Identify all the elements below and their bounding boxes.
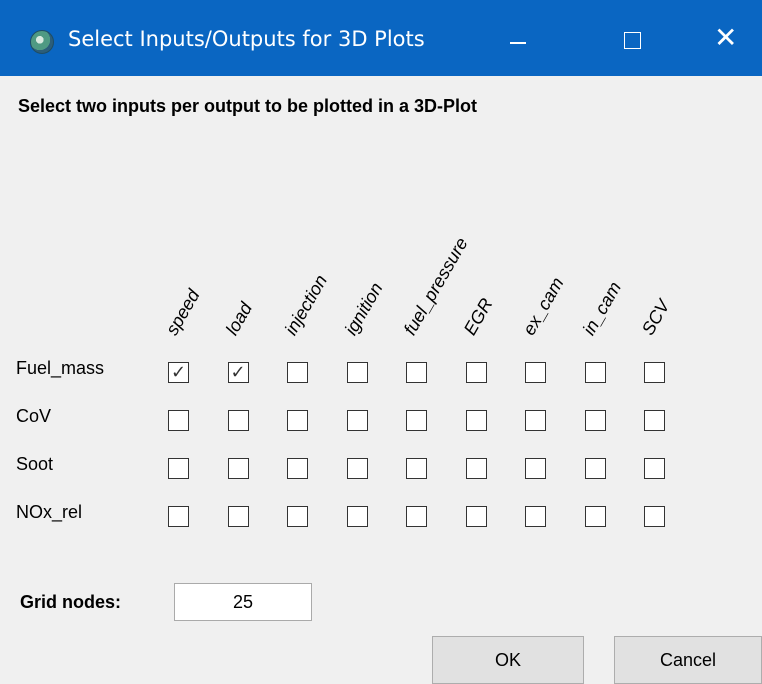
checkbox-soot-ignition[interactable] — [346, 458, 368, 479]
checkbox-soot-fuel_pressure[interactable] — [406, 458, 427, 479]
checkbox-soot-SCV[interactable] — [644, 458, 665, 479]
window-title: Select Inputs/Outputs for 3D Plots — [68, 27, 425, 51]
minimize-icon[interactable] — [510, 42, 526, 44]
checkbox-fuel_mass-injection[interactable] — [287, 362, 308, 383]
checkbox-fuel_mass-SCV[interactable] — [644, 362, 665, 383]
cancel-button[interactable]: Cancel — [614, 636, 762, 684]
output-label-soot: Soot — [16, 454, 54, 474]
grid-nodes-input[interactable] — [174, 583, 312, 621]
checkbox-nox_rel-injection[interactable] — [287, 506, 308, 527]
checkbox-cov-SCV[interactable] — [644, 410, 665, 431]
checkbox-nox_rel-load[interactable] — [227, 506, 249, 527]
input-label-EGR: EGR — [459, 294, 497, 339]
checkbox-cov-ignition[interactable] — [346, 410, 368, 431]
checkbox-soot-in_cam[interactable] — [584, 458, 606, 479]
output-label-cov: CoV — [16, 406, 52, 426]
title-bar[interactable]: Select Inputs/Outputs for 3D Plots ✕ — [0, 0, 762, 76]
checkbox-cov-injection[interactable] — [287, 410, 308, 431]
app-icon — [30, 30, 54, 54]
checkbox-fuel_mass-fuel_pressure[interactable] — [406, 362, 427, 383]
checkbox-cov-in_cam[interactable] — [584, 410, 606, 431]
input-label-SCV: SCV — [637, 296, 674, 339]
input-label-in-cam: in_cam — [578, 278, 625, 339]
input-label-injection: injection — [280, 271, 332, 339]
input-label-ignition: ignition — [340, 279, 387, 339]
checkbox-fuel_mass-speed[interactable]: ✓ — [168, 362, 189, 383]
grid-nodes-label: Grid nodes: — [20, 592, 122, 612]
input-label-ex-cam: ex_cam — [518, 273, 568, 339]
checkbox-cov-EGR[interactable] — [465, 410, 487, 431]
checkbox-nox_rel-SCV[interactable] — [644, 506, 665, 527]
checkbox-soot-load[interactable] — [227, 458, 249, 479]
output-label-fuel-mass: Fuel_mass — [16, 358, 105, 378]
checkbox-fuel_mass-in_cam[interactable] — [584, 362, 606, 383]
checkbox-soot-speed[interactable] — [168, 458, 189, 479]
output-label-nox-rel: NOx_rel — [16, 502, 83, 522]
checkbox-fuel_mass-ignition[interactable] — [346, 362, 368, 383]
input-label-speed: speed — [161, 286, 204, 339]
checkbox-soot-injection[interactable] — [287, 458, 308, 479]
checkbox-cov-load[interactable] — [227, 410, 249, 431]
ok-button[interactable]: OK — [432, 636, 584, 684]
maximize-icon[interactable] — [624, 32, 641, 49]
checkbox-soot-ex_cam[interactable] — [525, 458, 546, 479]
checkbox-nox_rel-EGR[interactable] — [465, 506, 487, 527]
checkbox-cov-ex_cam[interactable] — [525, 410, 546, 431]
checkbox-nox_rel-fuel_pressure[interactable] — [406, 506, 427, 527]
checkbox-soot-EGR[interactable] — [465, 458, 487, 479]
checkbox-fuel_mass-load[interactable]: ✓ — [227, 362, 249, 383]
instruction-heading: Select two inputs per output to be plott… — [18, 96, 477, 116]
checkbox-cov-speed[interactable] — [168, 410, 189, 431]
checkbox-nox_rel-speed[interactable] — [168, 506, 189, 527]
checkbox-fuel_mass-EGR[interactable] — [465, 362, 487, 383]
checkbox-nox_rel-ex_cam[interactable] — [525, 506, 546, 527]
input-label-load: load — [221, 299, 256, 339]
checkbox-cov-fuel_pressure[interactable] — [406, 410, 427, 431]
close-icon[interactable]: ✕ — [714, 24, 737, 52]
checkbox-nox_rel-in_cam[interactable] — [584, 506, 606, 527]
checkbox-fuel_mass-ex_cam[interactable] — [525, 362, 546, 383]
checkbox-nox_rel-ignition[interactable] — [346, 506, 368, 527]
